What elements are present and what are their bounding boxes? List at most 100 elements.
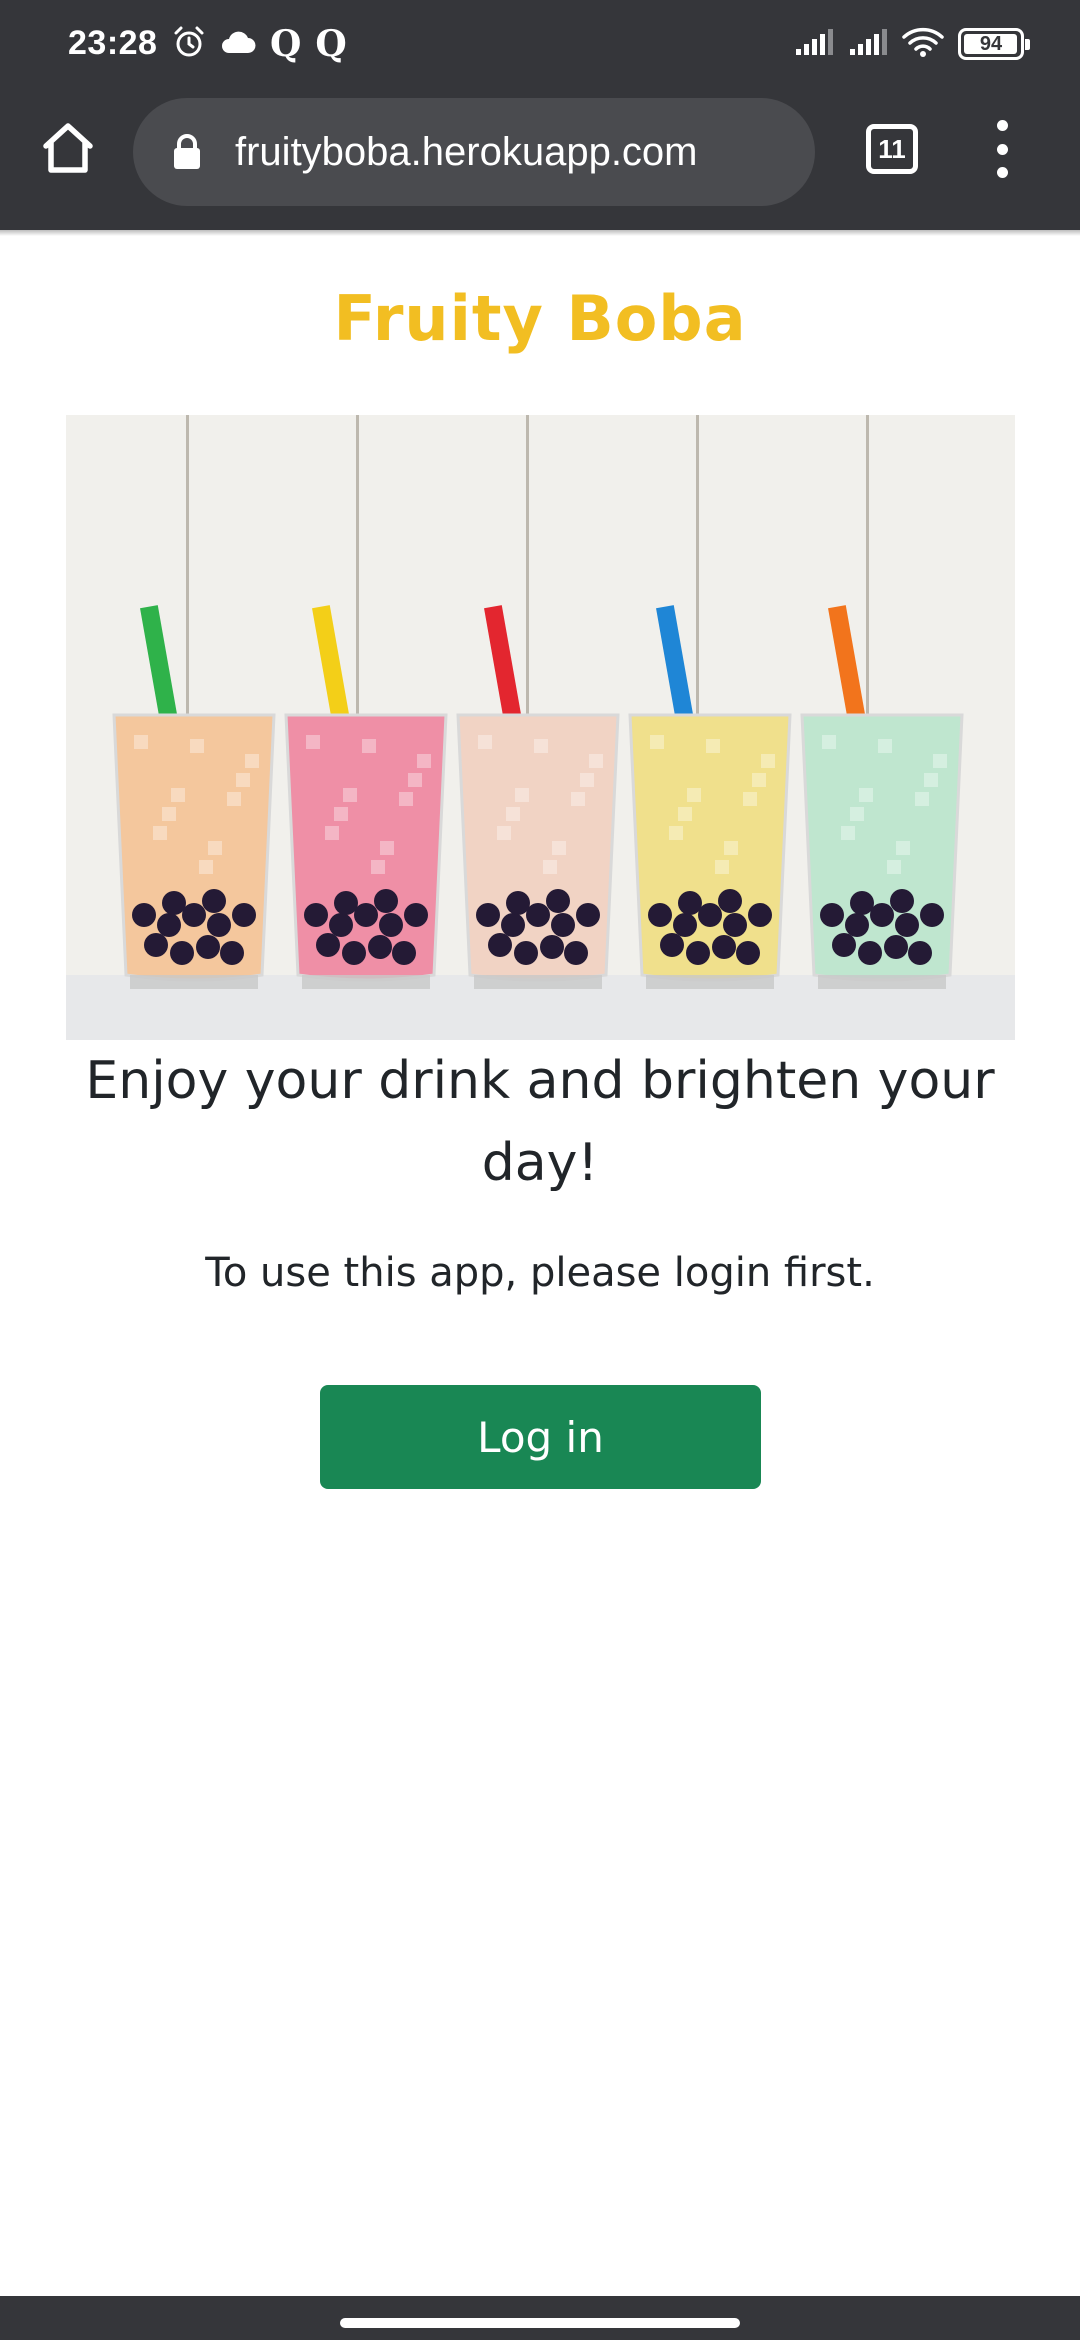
tapioca-pearl bbox=[334, 891, 358, 915]
tapioca-pearl bbox=[832, 933, 856, 957]
menu-dot bbox=[996, 120, 1008, 131]
toolbar-shadow bbox=[0, 230, 1080, 236]
glass-base bbox=[302, 975, 430, 989]
status-icons-left: Q Q bbox=[172, 22, 347, 66]
tapioca-pearl bbox=[157, 913, 181, 937]
jelly-cube bbox=[362, 739, 376, 753]
jelly-cube bbox=[199, 860, 213, 874]
jelly-cube bbox=[334, 807, 348, 821]
tapioca-pearl bbox=[526, 903, 550, 927]
tapioca-pearl bbox=[576, 903, 600, 927]
jelly-cube bbox=[134, 735, 148, 749]
jelly-cube bbox=[687, 788, 701, 802]
jelly-cube bbox=[571, 792, 585, 806]
jelly-cube bbox=[543, 860, 557, 874]
tapioca-pearl bbox=[820, 903, 844, 927]
tapioca-pearl bbox=[514, 941, 538, 965]
url-text[interactable]: fruityboba.herokuapp.com bbox=[235, 130, 698, 175]
hero-image bbox=[66, 415, 1015, 1040]
tapioca-pearl bbox=[748, 903, 772, 927]
more-vert-icon[interactable] bbox=[986, 116, 1018, 182]
jelly-cube bbox=[245, 754, 259, 768]
alarm-icon bbox=[172, 25, 206, 64]
jelly-cube bbox=[706, 739, 720, 753]
tapioca-pearl bbox=[660, 933, 684, 957]
jelly-cube bbox=[743, 792, 757, 806]
jelly-cube bbox=[208, 841, 222, 855]
tapioca-pearl bbox=[374, 889, 398, 913]
jelly-cube bbox=[417, 754, 431, 768]
battery-icon: 94 bbox=[958, 28, 1030, 60]
tapioca-pearl bbox=[546, 889, 570, 913]
tab-count: 11 bbox=[878, 133, 906, 164]
tapioca-pearl bbox=[870, 903, 894, 927]
jelly-cube bbox=[878, 739, 892, 753]
tapioca-pearl bbox=[850, 891, 874, 915]
status-time: 23:28 bbox=[68, 24, 158, 62]
cloud-icon bbox=[220, 29, 256, 60]
tapioca-pearl bbox=[673, 913, 697, 937]
tapioca-pearl bbox=[895, 913, 919, 937]
signal-icon bbox=[794, 27, 834, 62]
tabs-button[interactable]: 11 bbox=[866, 124, 918, 174]
tapioca-pearl bbox=[890, 889, 914, 913]
tapioca-pearl bbox=[182, 903, 206, 927]
q-notification-icon: Q bbox=[270, 23, 302, 65]
headline: Enjoy your drink and brighten your day! bbox=[85, 1051, 995, 1193]
jelly-cube bbox=[497, 826, 511, 840]
jelly-cube bbox=[171, 788, 185, 802]
jelly-cube bbox=[580, 773, 594, 787]
jelly-cube bbox=[715, 860, 729, 874]
wifi-icon bbox=[902, 26, 944, 63]
tapioca-pearl bbox=[551, 913, 575, 937]
jelly-cube bbox=[887, 860, 901, 874]
lock-icon[interactable] bbox=[171, 132, 203, 172]
home-gesture-handle[interactable] bbox=[340, 2318, 740, 2328]
tapioca-pearl bbox=[712, 935, 736, 959]
boba-drinks-illustration bbox=[66, 415, 1015, 1040]
tapioca-pearl bbox=[884, 935, 908, 959]
jelly-cube bbox=[924, 773, 938, 787]
browser-toolbar: fruityboba.herokuapp.com 11 bbox=[0, 92, 1080, 230]
tapioca-pearl bbox=[162, 891, 186, 915]
status-bar: 23:28 Q Q 94 bbox=[0, 0, 1080, 92]
tapioca-pearl bbox=[506, 891, 530, 915]
glass-base bbox=[474, 975, 602, 989]
jelly-cube bbox=[325, 826, 339, 840]
tapioca-pearl bbox=[316, 933, 340, 957]
jelly-cube bbox=[650, 735, 664, 749]
login-button[interactable]: Log in bbox=[320, 1385, 761, 1489]
menu-dot bbox=[996, 143, 1008, 155]
tapioca-pearl bbox=[686, 941, 710, 965]
tapioca-pearl bbox=[718, 889, 742, 913]
jelly-cube bbox=[506, 807, 520, 821]
tapioca-pearl bbox=[698, 903, 722, 927]
jelly-cube bbox=[190, 739, 204, 753]
tapioca-pearl bbox=[144, 933, 168, 957]
tapioca-pearl bbox=[564, 941, 588, 965]
jelly-cube bbox=[933, 754, 947, 768]
jelly-cube bbox=[589, 754, 603, 768]
jelly-cube bbox=[850, 807, 864, 821]
jelly-cube bbox=[724, 841, 738, 855]
jelly-cube bbox=[822, 735, 836, 749]
tapioca-pearl bbox=[845, 913, 869, 937]
url-bar[interactable]: fruityboba.herokuapp.com bbox=[133, 98, 815, 206]
tapioca-pearl bbox=[678, 891, 702, 915]
tapioca-pearl bbox=[342, 941, 366, 965]
jelly-cube bbox=[408, 773, 422, 787]
tapioca-pearl bbox=[476, 903, 500, 927]
tapioca-pearl bbox=[196, 935, 220, 959]
jelly-cube bbox=[859, 788, 873, 802]
tapioca-pearl bbox=[368, 935, 392, 959]
jelly-cube bbox=[153, 826, 167, 840]
tapioca-pearl bbox=[202, 889, 226, 913]
jelly-cube bbox=[534, 739, 548, 753]
home-button[interactable] bbox=[36, 118, 100, 182]
tapioca-pearl bbox=[220, 941, 244, 965]
jelly-cube bbox=[896, 841, 910, 855]
jelly-cube bbox=[227, 792, 241, 806]
tapioca-pearl bbox=[736, 941, 760, 965]
jelly-cube bbox=[478, 735, 492, 749]
tapioca-pearl bbox=[501, 913, 525, 937]
